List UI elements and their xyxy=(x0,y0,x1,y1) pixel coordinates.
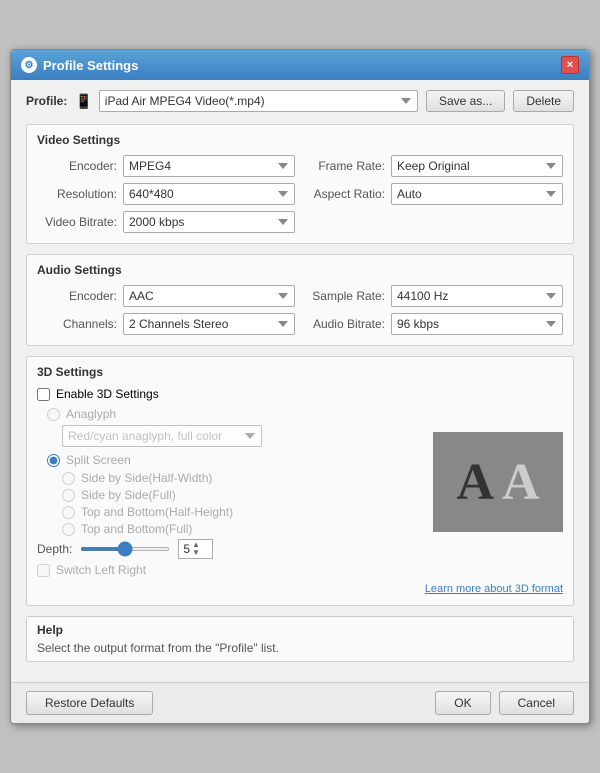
preview-letter-1: A xyxy=(456,453,494,512)
anaglyph-option-select[interactable]: Red/cyan anaglyph, full color xyxy=(62,425,262,447)
sample-rate-label: Sample Rate: xyxy=(305,289,385,303)
channels-row: Channels: 2 Channels Stereo xyxy=(37,313,295,335)
depth-value: 5 xyxy=(183,542,190,556)
help-title: Help xyxy=(37,623,563,637)
side-by-side-full-radio[interactable] xyxy=(62,489,75,502)
ok-button[interactable]: OK xyxy=(435,691,490,715)
depth-down-arrow[interactable]: ▼ xyxy=(192,549,200,557)
anaglyph-label: Anaglyph xyxy=(66,407,116,421)
resolution-row: Resolution: 640*480 xyxy=(37,183,295,205)
split-screen-radio[interactable] xyxy=(47,454,60,467)
audio-encoder-select[interactable]: AAC xyxy=(123,285,295,307)
top-bottom-full-row: Top and Bottom(Full) xyxy=(62,522,423,536)
top-bottom-half-radio[interactable] xyxy=(62,506,75,519)
profile-label: Profile: xyxy=(26,94,67,108)
dialog-profile-settings: ⚙ Profile Settings × Profile: 📱 iPad Air… xyxy=(10,49,590,724)
cancel-button[interactable]: Cancel xyxy=(499,691,574,715)
audio-encoder-label: Encoder: xyxy=(37,289,117,303)
help-section: Help Select the output format from the "… xyxy=(26,616,574,662)
profile-row: Profile: 📱 iPad Air MPEG4 Video(*.mp4) S… xyxy=(26,90,574,112)
channels-select[interactable]: 2 Channels Stereo xyxy=(123,313,295,335)
learn-more-link[interactable]: Learn more about 3D format xyxy=(425,583,563,595)
depth-value-box: 5 ▲ ▼ xyxy=(178,539,213,559)
top-bottom-full-label: Top and Bottom(Full) xyxy=(81,522,192,536)
3d-settings-section: 3D Settings Enable 3D Settings Anaglyph xyxy=(26,356,574,606)
restore-defaults-button[interactable]: Restore Defaults xyxy=(26,691,153,715)
split-screen-label: Split Screen xyxy=(66,453,131,467)
audio-bitrate-row: Audio Bitrate: 96 kbps xyxy=(305,313,563,335)
resolution-select[interactable]: 640*480 xyxy=(123,183,295,205)
top-bottom-half-row: Top and Bottom(Half-Height) xyxy=(62,505,423,519)
side-by-side-full-row: Side by Side(Full) xyxy=(62,488,423,502)
enable-3d-checkbox[interactable] xyxy=(37,388,50,401)
encoder-label: Encoder: xyxy=(37,159,117,173)
switch-lr-checkbox[interactable] xyxy=(37,564,50,577)
audio-encoder-row: Encoder: AAC xyxy=(37,285,295,307)
video-settings-section: Video Settings Encoder: MPEG4 Frame Rate… xyxy=(26,124,574,244)
encoder-select[interactable]: MPEG4 xyxy=(123,155,295,177)
3d-settings-title: 3D Settings xyxy=(37,365,563,379)
top-bottom-half-label: Top and Bottom(Half-Height) xyxy=(81,505,233,519)
switch-lr-label: Switch Left Right xyxy=(56,563,146,577)
profile-device-icon: 📱 xyxy=(75,93,92,110)
profile-select[interactable]: iPad Air MPEG4 Video(*.mp4) xyxy=(99,90,418,112)
anaglyph-row: Anaglyph xyxy=(47,407,423,421)
audio-settings-section: Audio Settings Encoder: AAC Sample Rate:… xyxy=(26,254,574,346)
video-bitrate-row: Video Bitrate: 2000 kbps xyxy=(37,211,295,233)
side-by-side-half-row: Side by Side(Half-Width) xyxy=(62,471,423,485)
sample-rate-row: Sample Rate: 44100 Hz xyxy=(305,285,563,307)
dialog-content: Profile: 📱 iPad Air MPEG4 Video(*.mp4) S… xyxy=(11,80,589,682)
anaglyph-radio[interactable] xyxy=(47,408,60,421)
side-by-side-half-label: Side by Side(Half-Width) xyxy=(81,471,212,485)
learn-more-row: Learn more about 3D format xyxy=(37,581,563,595)
depth-label: Depth: xyxy=(37,542,72,556)
side-by-side-half-radio[interactable] xyxy=(62,472,75,485)
profile-select-wrap: 📱 iPad Air MPEG4 Video(*.mp4) xyxy=(75,90,418,112)
footer-right-buttons: OK Cancel xyxy=(435,691,574,715)
3d-preview-box-container: A A xyxy=(433,387,563,577)
3d-settings-left: Enable 3D Settings Anaglyph Red/cyan ana… xyxy=(37,387,423,577)
video-settings-grid: Encoder: MPEG4 Frame Rate: Keep Original… xyxy=(37,155,563,233)
enable-3d-label: Enable 3D Settings xyxy=(56,387,159,401)
channels-label: Channels: xyxy=(37,317,117,331)
audio-bitrate-label: Audio Bitrate: xyxy=(305,317,385,331)
title-bar: ⚙ Profile Settings × xyxy=(11,50,589,80)
audio-settings-grid: Encoder: AAC Sample Rate: 44100 Hz Chann… xyxy=(37,285,563,335)
3d-preview-box: A A xyxy=(433,432,563,532)
aspect-ratio-row: Aspect Ratio: Auto xyxy=(305,183,563,205)
preview-letter-2: A xyxy=(502,453,540,512)
switch-lr-row: Switch Left Right xyxy=(37,563,423,577)
save-as-button[interactable]: Save as... xyxy=(426,90,505,112)
video-settings-title: Video Settings xyxy=(37,133,563,147)
sample-rate-select[interactable]: 44100 Hz xyxy=(391,285,563,307)
side-by-side-full-label: Side by Side(Full) xyxy=(81,488,176,502)
frame-rate-row: Frame Rate: Keep Original xyxy=(305,155,563,177)
close-button[interactable]: × xyxy=(561,56,579,74)
frame-rate-label: Frame Rate: xyxy=(305,159,385,173)
depth-slider[interactable] xyxy=(80,547,170,551)
resolution-label: Resolution: xyxy=(37,187,117,201)
audio-bitrate-select[interactable]: 96 kbps xyxy=(391,313,563,335)
preview-letters: A A xyxy=(456,453,539,512)
settings-icon: ⚙ xyxy=(21,57,37,73)
video-bitrate-label: Video Bitrate: xyxy=(37,215,117,229)
top-bottom-full-radio[interactable] xyxy=(62,523,75,536)
aspect-ratio-select[interactable]: Auto xyxy=(391,183,563,205)
depth-row: Depth: 5 ▲ ▼ xyxy=(37,539,423,559)
aspect-ratio-label: Aspect Ratio: xyxy=(305,187,385,201)
frame-rate-select[interactable]: Keep Original xyxy=(391,155,563,177)
split-screen-row: Split Screen xyxy=(47,453,423,467)
help-text: Select the output format from the "Profi… xyxy=(37,641,563,655)
encoder-row: Encoder: MPEG4 xyxy=(37,155,295,177)
depth-arrows: ▲ ▼ xyxy=(192,541,200,557)
delete-button[interactable]: Delete xyxy=(513,90,574,112)
enable-3d-row: Enable 3D Settings xyxy=(37,387,423,401)
title-bar-left: ⚙ Profile Settings xyxy=(21,57,138,73)
video-bitrate-select[interactable]: 2000 kbps xyxy=(123,211,295,233)
3d-settings-content: Enable 3D Settings Anaglyph Red/cyan ana… xyxy=(37,387,563,577)
dialog-footer: Restore Defaults OK Cancel xyxy=(11,682,589,723)
dialog-title: Profile Settings xyxy=(43,58,138,73)
audio-settings-title: Audio Settings xyxy=(37,263,563,277)
